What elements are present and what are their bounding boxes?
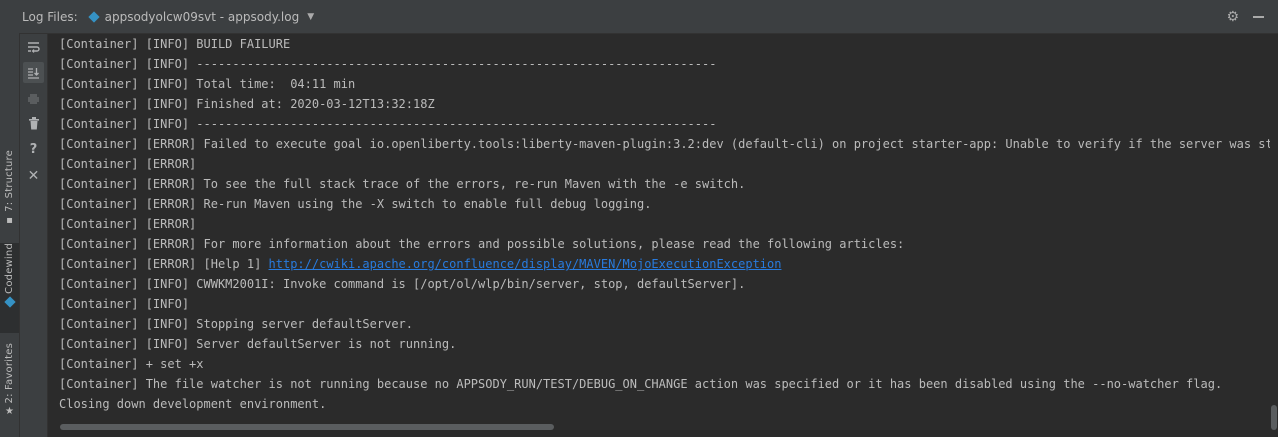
console-line: [Container] [ERROR] For more information… xyxy=(59,234,904,254)
console-line: [Container] [INFO] CWWKM2001I: Invoke co… xyxy=(59,274,745,294)
console-line: [Container] [INFO] Total time: 04:11 min xyxy=(59,74,355,94)
favorites-tab[interactable]: 2: Favorites ★ xyxy=(0,343,19,428)
console-output[interactable]: [Container] [INFO] BUILD FAILURE [Contain… xyxy=(48,34,1270,422)
codewind-tab-label: Codewind xyxy=(4,243,15,294)
console-line-text: [Container] [INFO] Server defaultServer … xyxy=(59,337,457,351)
console-line: [Container] [INFO] Finished at: 2020-03-… xyxy=(59,94,435,114)
console-line-text: [Container] [INFO] Total time: 04:11 min xyxy=(59,77,356,91)
gear-icon[interactable]: ⚙ xyxy=(1226,9,1239,25)
console-line-text: Closing down development environment. xyxy=(59,397,327,411)
console-line: [Container] + set +x xyxy=(59,354,204,374)
console-line: [Container] [INFO] ---------------------… xyxy=(59,54,716,74)
log-file-name: appsodyolcw09svt - appsody.log xyxy=(104,9,300,24)
clear-all-icon[interactable] xyxy=(23,113,44,134)
console-line: [Container] [ERROR] [Help 1] http://cwik… xyxy=(59,254,781,274)
console-line-text: [Container] + set +x xyxy=(59,357,204,371)
help-link[interactable]: http://cwiki.apache.org/confluence/displ… xyxy=(269,257,782,271)
console-line-text: [Container] [ERROR] [Help 1] xyxy=(59,257,269,271)
console-line-text: [Container] [INFO] Finished at: 2020-03-… xyxy=(59,97,435,111)
console-line-text: [Container] [INFO] ---------------------… xyxy=(59,57,717,71)
console-line-text: [Container] [INFO] BUILD FAILURE xyxy=(59,37,291,51)
console-line: Closing down development environment. xyxy=(59,394,326,414)
structure-icon: ▪ xyxy=(6,214,13,226)
horizontal-scrollbar[interactable] xyxy=(48,422,1270,432)
structure-tab[interactable]: 7: Structure ▪ xyxy=(0,150,19,232)
log-files-label: Log Files: xyxy=(22,9,78,24)
console-line: [Container] [ERROR] Re-run Maven using t… xyxy=(59,194,651,214)
codewind-icon xyxy=(3,296,16,308)
left-tool-strip: 7: Structure ▪ Codewind 2: Favorites ★ xyxy=(0,0,20,437)
console-line: [Container] [INFO] Stopping server defau… xyxy=(59,314,413,334)
console-line-text: [Container] [INFO] Stopping server defau… xyxy=(59,317,414,331)
console-line-text: [Container] [ERROR] Failed to execute go… xyxy=(59,137,1270,151)
console-line: [Container] [INFO] ---------------------… xyxy=(59,114,716,134)
console-line-text: [Container] [ERROR] xyxy=(59,157,197,171)
close-icon[interactable]: ✕ xyxy=(23,165,44,186)
console-line: [Container] The file watcher is not runn… xyxy=(59,374,1222,394)
console-line-text: [Container] [INFO] CWWKM2001I: Invoke co… xyxy=(59,277,746,291)
horizontal-scroll-thumb[interactable] xyxy=(60,424,554,430)
console-line: [Container] [ERROR] xyxy=(59,214,196,234)
codewind-file-icon xyxy=(87,10,100,23)
console-line: [Container] [ERROR] xyxy=(59,154,196,174)
help-icon[interactable]: ? xyxy=(23,139,44,160)
console-line-text: [Container] [INFO] xyxy=(59,297,190,311)
console-toolbar: ? ✕ xyxy=(20,34,48,437)
log-files-header: Log Files: appsodyolcw09svt - appsody.lo… xyxy=(19,0,1278,34)
structure-tab-label: 7: Structure xyxy=(4,150,15,212)
scroll-to-end-icon[interactable] xyxy=(23,62,44,83)
console-line: [Container] [INFO] xyxy=(59,294,189,314)
vertical-scrollbar[interactable] xyxy=(1270,34,1278,437)
console-line-text: [Container] [ERROR] xyxy=(59,217,197,231)
console-line-text: [Container] [ERROR] To see the full stac… xyxy=(59,177,746,191)
console-line-text: [Container] [ERROR] For more information… xyxy=(59,237,905,251)
console-line: [Container] [ERROR] Failed to execute go… xyxy=(59,134,1270,154)
chevron-down-icon: ▼ xyxy=(307,11,315,22)
console-line-text: [Container] [INFO] ---------------------… xyxy=(59,117,717,131)
minimize-icon[interactable] xyxy=(1253,15,1264,18)
console-line-text: [Container] The file watcher is not runn… xyxy=(59,377,1223,391)
console-line: [Container] [ERROR] To see the full stac… xyxy=(59,174,745,194)
vertical-scroll-thumb[interactable] xyxy=(1271,405,1277,430)
favorites-tab-label: 2: Favorites xyxy=(4,343,15,404)
log-file-dropdown[interactable]: appsodyolcw09svt - appsody.log ▼ xyxy=(87,9,315,24)
soft-wrap-icon[interactable] xyxy=(23,36,44,57)
print-icon xyxy=(23,88,44,109)
console-line: [Container] [INFO] Server defaultServer … xyxy=(59,334,456,354)
codewind-tab[interactable]: Codewind xyxy=(0,243,19,333)
console-line: [Container] [INFO] BUILD FAILURE xyxy=(59,34,290,54)
star-icon: ★ xyxy=(5,406,14,418)
console-line-text: [Container] [ERROR] Re-run Maven using t… xyxy=(59,197,652,211)
